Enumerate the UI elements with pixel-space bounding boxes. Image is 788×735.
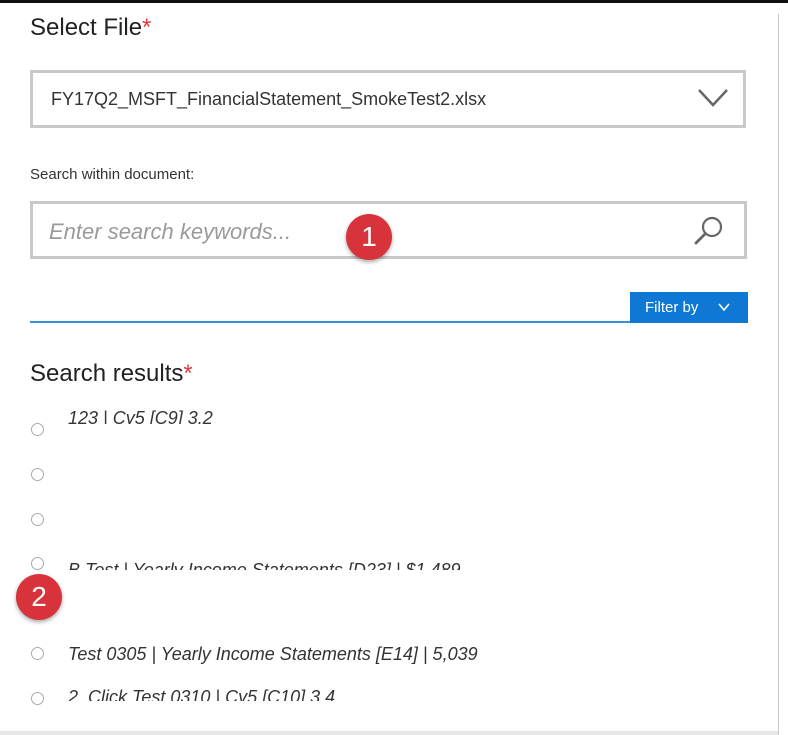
chevron-down-icon: [718, 303, 730, 312]
file-select-dropdown[interactable]: FY17Q2_MSFT_FinancialStatement_SmokeTest…: [30, 70, 746, 128]
radio-button[interactable]: [31, 557, 44, 570]
result-label: Test 0305 | Yearly Income Statements [E1…: [68, 644, 478, 664]
filter-by-label: Filter by: [645, 299, 699, 316]
search-label: Search within document:: [30, 166, 195, 183]
result-label: 123 | Cy5 [C9] 3.2: [68, 408, 213, 424]
callout-badge-1: 1: [346, 214, 392, 260]
radio-button[interactable]: [31, 513, 44, 526]
select-file-title: Select File: [30, 14, 143, 41]
select-file-heading: Select File*: [30, 14, 151, 42]
result-label: [68, 510, 608, 532]
required-marker: *: [183, 360, 193, 387]
result-item[interactable]: Test 0305 | Yearly Income Statements [E1…: [30, 644, 730, 664]
search-results-heading: Search results*: [30, 360, 193, 388]
filter-by-button[interactable]: Filter by: [630, 292, 748, 323]
radio-button[interactable]: [31, 468, 44, 481]
file-select-value: FY17Q2_MSFT_FinancialStatement_SmokeTest…: [51, 89, 487, 109]
callout-badge-2: 2: [16, 574, 62, 620]
result-item[interactable]: [30, 465, 730, 485]
bottom-scroll-edge: [0, 731, 778, 735]
radio-button[interactable]: [31, 692, 44, 705]
search-icon[interactable]: [692, 214, 726, 248]
result-item[interactable]: 2_Click Test 0310 | Cy5 [C10] 3.4: [30, 687, 730, 709]
result-label: [68, 465, 608, 487]
result-label: 2_Click Test 0310 | Cy5 [C10] 3.4: [68, 687, 336, 701]
required-marker: *: [142, 14, 152, 41]
search-results-title: Search results: [30, 360, 184, 387]
result-item[interactable]: [30, 510, 730, 530]
radio-button[interactable]: [31, 423, 44, 436]
result-item[interactable]: B Test | Yearly Income Statements [D23] …: [30, 554, 730, 574]
right-panel-edge: [778, 14, 788, 735]
chevron-down-icon[interactable]: [697, 87, 729, 109]
result-label: B Test | Yearly Income Statements [D23] …: [68, 560, 461, 570]
radio-button[interactable]: [31, 647, 44, 660]
window-top-border: [0, 0, 788, 3]
result-item[interactable]: 123 | Cy5 [C9] 3.2: [30, 408, 730, 440]
